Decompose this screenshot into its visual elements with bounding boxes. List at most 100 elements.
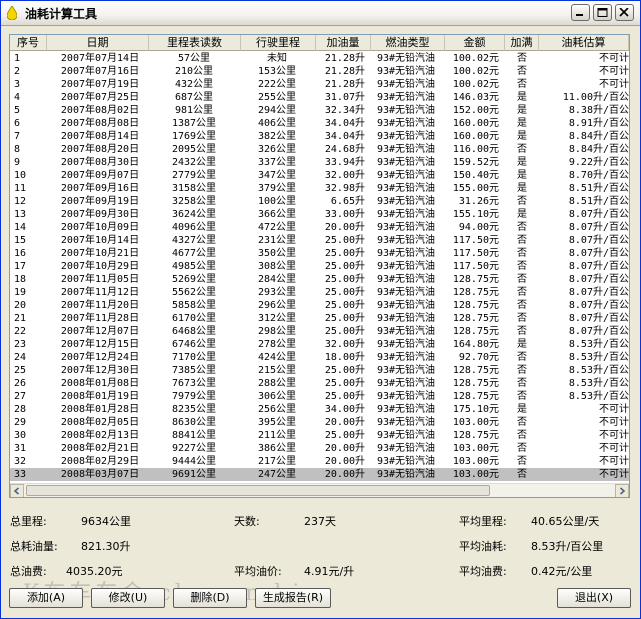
cell-full-tank: 否: [517, 222, 527, 233]
table-row[interactable]: 27 2008年01月19日 7979公里 306公里 25.00升 93#无铅汽油 128…: [10, 390, 629, 403]
edit-button[interactable]: 修改(U): [91, 588, 165, 608]
table-row[interactable]: 32 2008年02月29日 9444公里 217公里 20.00升 93#无铅汽油 103…: [10, 455, 629, 468]
table-row[interactable]: 30 2008年02月13日 8841公里 211公里 25.00升 93#无铅汽油 128…: [10, 429, 629, 442]
cell-full-tank: 是: [517, 105, 527, 116]
cell-seq: 11: [14, 183, 27, 194]
table-row[interactable]: 4 2007年07月25日 687公里 255公里 31.07升 93#无铅汽油 146.0…: [10, 91, 629, 104]
cell-distance: 153公里: [257, 66, 297, 77]
cell-fuel-amount: 32.00升: [324, 170, 365, 181]
table-row[interactable]: 17 2007年10月29日 4985公里 308公里 25.00升 93#无铅汽油 117…: [10, 260, 629, 273]
table-row[interactable]: 3 2007年07月19日 432公里 222公里 21.28升 93#无铅汽油 100.0…: [10, 78, 629, 91]
scroll-left-button[interactable]: [10, 484, 24, 497]
cell-date: 2007年08月02日: [60, 105, 140, 116]
table-row[interactable]: 29 2008年02月05日 8630公里 395公里 20.00升 93#无铅汽油 103…: [10, 416, 629, 429]
column-header-odometer[interactable]: 里程表读数: [149, 35, 241, 51]
exit-button[interactable]: 退出(X): [557, 588, 631, 608]
cell-distance: 308公里: [257, 261, 297, 272]
cell-fuel-amount: 20.00升: [324, 443, 365, 454]
cell-fuel-type: 93#无铅汽油: [376, 313, 436, 324]
cell-seq: 14: [14, 222, 27, 233]
cell-fuel-type: 93#无铅汽油: [376, 131, 436, 142]
avg-consumption-value: 8.53升/百公里: [531, 540, 604, 553]
fuel-record-list[interactable]: 序号 日期 里程表读数 行驶里程 加油量 燃油类型 金额 加满 油耗估算 1 20…: [9, 34, 630, 498]
cell-odometer: 687公里: [174, 92, 214, 103]
table-row[interactable]: 16 2007年10月21日 4677公里 350公里 25.00升 93#无铅汽油 117…: [10, 247, 629, 260]
table-row[interactable]: 26 2008年01月08日 7673公里 288公里 25.00升 93#无铅汽油 128…: [10, 377, 629, 390]
maximize-button[interactable]: [593, 4, 612, 21]
cell-seq: 24: [14, 352, 27, 363]
cell-odometer: 981公里: [174, 105, 214, 116]
table-row[interactable]: 11 2007年09月16日 3158公里 379公里 32.98升 93#无铅汽油 155…: [10, 182, 629, 195]
table-row[interactable]: 31 2008年02月21日 9227公里 386公里 20.00升 93#无铅汽油 103…: [10, 442, 629, 455]
delete-button[interactable]: 删除(D): [173, 588, 247, 608]
table-row[interactable]: 33 2008年03月07日 9691公里 247公里 20.00升 93#无铅汽油 103…: [10, 468, 629, 481]
table-row[interactable]: 12 2007年09月19日 3258公里 100公里 6.65升 93#无铅汽油 31.2…: [10, 195, 629, 208]
close-button[interactable]: [615, 4, 634, 21]
table-row[interactable]: 20 2007年11月20日 5858公里 296公里 25.00升 93#无铅汽油 128…: [10, 299, 629, 312]
cell-fuel-amount: 20.00升: [324, 456, 365, 467]
cell-consumption-estimate: 不可计算: [599, 66, 629, 77]
minimize-button[interactable]: [571, 4, 590, 21]
cell-seq: 5: [14, 105, 21, 116]
column-header-full-tank[interactable]: 加满: [505, 35, 539, 51]
cell-fuel-amount: 20.00升: [324, 222, 365, 233]
column-header-fuel-type[interactable]: 燃油类型: [371, 35, 445, 51]
maximize-icon: [597, 8, 608, 17]
column-header-consumption-estimate[interactable]: 油耗估算: [539, 35, 629, 51]
table-row[interactable]: 8 2007年08月20日 2095公里 326公里 24.68升 93#无铅汽油 116.…: [10, 143, 629, 156]
table-row[interactable]: 2 2007年07月16日 210公里 153公里 21.28升 93#无铅汽油 100.0…: [10, 65, 629, 78]
add-button[interactable]: 添加(A): [9, 588, 83, 608]
table-row[interactable]: 14 2007年10月09日 4096公里 472公里 20.00升 93#无铅汽油 94.…: [10, 221, 629, 234]
cell-distance: 293公里: [257, 287, 297, 298]
table-row[interactable]: 6 2007年08月08日 1387公里 406公里 34.04升 93#无铅汽油 160.…: [10, 117, 629, 130]
column-header-cost[interactable]: 金额: [445, 35, 505, 51]
cell-fuel-type: 93#无铅汽油: [376, 79, 436, 90]
cell-fuel-amount: 18.00升: [324, 352, 365, 363]
cell-cost: 100.02元: [452, 79, 499, 90]
table-row[interactable]: 21 2007年11月28日 6170公里 312公里 25.00升 93#无铅汽油 128…: [10, 312, 629, 325]
cell-fuel-type: 93#无铅汽油: [376, 443, 436, 454]
table-row[interactable]: 13 2007年09月30日 3624公里 366公里 33.00升 93#无铅汽油 155…: [10, 208, 629, 221]
cell-fuel-amount: 25.00升: [324, 274, 365, 285]
table-row[interactable]: 24 2007年12月24日 7170公里 424公里 18.00升 93#无铅汽油 92.…: [10, 351, 629, 364]
column-header-date[interactable]: 日期: [47, 35, 149, 51]
column-header-distance[interactable]: 行驶里程: [241, 35, 316, 51]
app-window: 油耗计算工具 序号 日期 里程表读数 行驶里程 加油量 燃油类型 金额 加满 油…: [0, 0, 641, 619]
cell-seq: 17: [14, 261, 27, 272]
table-row[interactable]: 7 2007年08月14日 1769公里 382公里 34.04升 93#无铅汽油 160.…: [10, 130, 629, 143]
cell-fuel-type: 93#无铅汽油: [376, 339, 436, 350]
title-bar[interactable]: 油耗计算工具: [1, 1, 640, 26]
cell-distance: 382公里: [257, 131, 297, 142]
cell-date: 2007年11月20日: [60, 300, 140, 311]
table-row[interactable]: 19 2007年11月12日 5562公里 293公里 25.00升 93#无铅汽油 128…: [10, 286, 629, 299]
horizontal-scrollbar[interactable]: [10, 483, 629, 497]
table-row[interactable]: 5 2007年08月02日 981公里 294公里 32.34升 93#无铅汽油 152.0…: [10, 104, 629, 117]
table-row[interactable]: 22 2007年12月07日 6468公里 298公里 25.00升 93#无铅汽油 128…: [10, 325, 629, 338]
cell-consumption-estimate: 8.53升/百公里: [568, 352, 629, 363]
cell-date: 2008年02月13日: [60, 430, 140, 441]
scroll-right-button[interactable]: [615, 484, 629, 497]
generate-report-button[interactable]: 生成报告(R): [255, 588, 331, 608]
cell-fuel-type: 93#无铅汽油: [376, 118, 436, 129]
scroll-thumb[interactable]: [26, 485, 490, 496]
cell-odometer: 57公里: [177, 53, 211, 64]
table-row[interactable]: 25 2007年12月30日 7385公里 215公里 25.00升 93#无铅汽油 128…: [10, 364, 629, 377]
column-header-seq[interactable]: 序号: [10, 35, 47, 51]
cell-distance: 222公里: [257, 79, 297, 90]
column-header-fuel-amount[interactable]: 加油量: [316, 35, 371, 51]
table-row[interactable]: 10 2007年09月07日 2779公里 347公里 32.00升 93#无铅汽油 150…: [10, 169, 629, 182]
cell-fuel-type: 93#无铅汽油: [376, 105, 436, 116]
table-row[interactable]: 15 2007年10月14日 4327公里 231公里 25.00升 93#无铅汽油 117…: [10, 234, 629, 247]
table-row[interactable]: 23 2007年12月15日 6746公里 278公里 32.00升 93#无铅汽油 164…: [10, 338, 629, 351]
cell-full-tank: 是: [517, 118, 527, 129]
total-cost-label: 总油费:: [10, 565, 47, 578]
table-row[interactable]: 18 2007年11月05日 5269公里 284公里 25.00升 93#无铅汽油 128…: [10, 273, 629, 286]
cell-distance: 288公里: [257, 378, 297, 389]
table-row[interactable]: 9 2007年08月30日 2432公里 337公里 33.94升 93#无铅汽油 159.…: [10, 156, 629, 169]
cell-fuel-type: 93#无铅汽油: [376, 222, 436, 233]
total-cost-value: 4035.20元: [66, 565, 123, 578]
cell-seq: 33: [14, 469, 27, 480]
table-row[interactable]: 28 2008年01月28日 8235公里 256公里 34.00升 93#无铅汽油 175…: [10, 403, 629, 416]
cell-seq: 7: [14, 131, 21, 142]
table-row[interactable]: 1 2007年07月14日 57公里 未知 21.28升 93#无铅汽油 100.02元 否 不…: [10, 52, 629, 65]
